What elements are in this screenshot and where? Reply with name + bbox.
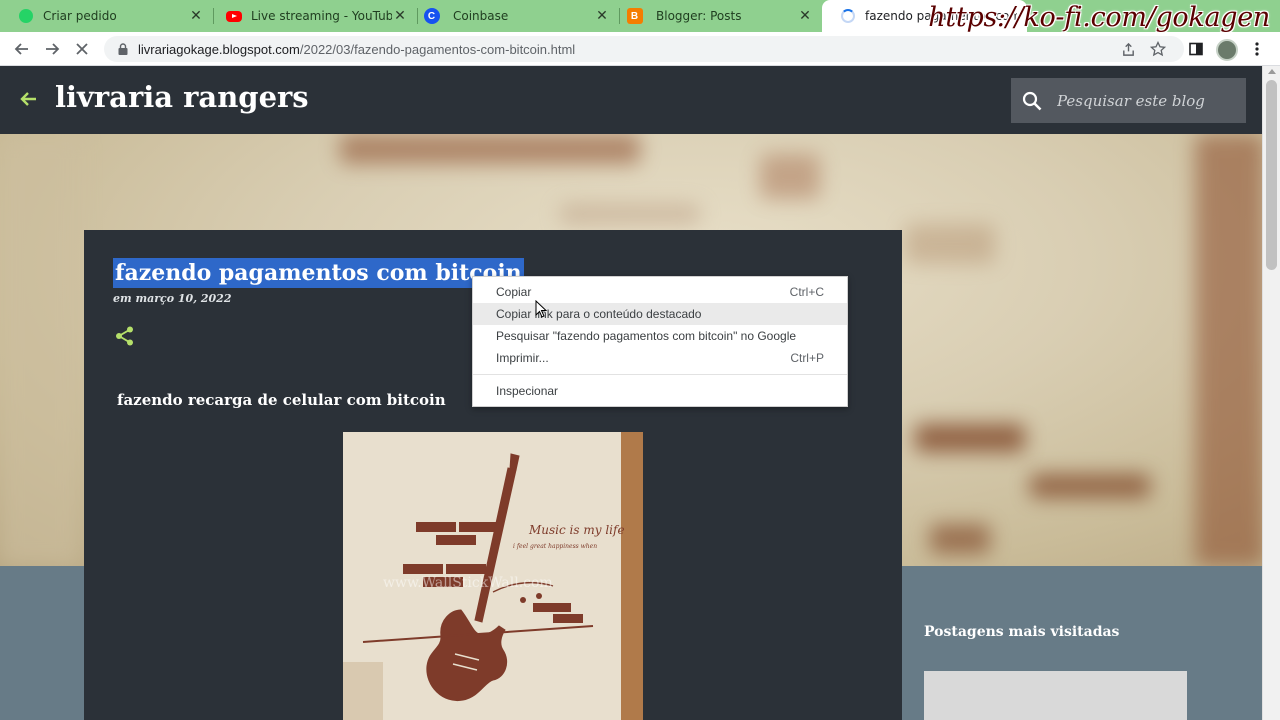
kofi-watermark: https://ko-fi.com/gokagen — [928, 2, 1270, 33]
tab-strip: Criar pedido ✕ Live streaming - YouTube … — [0, 0, 1280, 33]
menu-item-copy-link-highlight[interactable]: Copiar link para o conteúdo destacado — [473, 303, 847, 325]
post-date[interactable]: em março 10, 2022 — [113, 292, 231, 305]
side-panel-button[interactable] — [1184, 37, 1208, 61]
tab-youtube-studio[interactable]: Live streaming - YouTube Studio ✕ — [208, 0, 418, 32]
search-input[interactable] — [1057, 91, 1237, 110]
share-icon[interactable] — [114, 325, 136, 347]
blogger-icon: B — [626, 8, 647, 24]
sidebar-heading: Postagens mais visitadas — [924, 624, 1120, 640]
sidebar-icon — [1189, 42, 1203, 56]
menu-item-inspect[interactable]: Inspecionar — [473, 380, 847, 402]
tab-title: Coinbase — [453, 9, 509, 23]
svg-text:Music is my life: Music is my life — [528, 523, 625, 537]
blog-title[interactable]: livraria rangers — [55, 80, 309, 114]
search-icon — [1022, 91, 1042, 110]
post-image[interactable]: Music is my life i feel great happiness … — [343, 432, 643, 720]
svg-text:www.WallStickWall.com: www.WallStickWall.com — [383, 575, 553, 591]
back-button[interactable] — [10, 37, 34, 61]
scroll-up-icon[interactable] — [1268, 69, 1276, 74]
blog-search[interactable] — [1011, 78, 1246, 123]
scrollbar-thumb[interactable] — [1266, 80, 1277, 270]
guitar-wall-sticker-icon: Music is my life i feel great happiness … — [343, 432, 643, 720]
coinbase-icon: C — [423, 8, 444, 24]
close-icon — [76, 43, 88, 55]
menu-item-copy[interactable]: Copiar Ctrl+C — [473, 281, 847, 303]
tab-criar-pedido[interactable]: Criar pedido ✕ — [0, 0, 214, 32]
post-title[interactable]: fazendo pagamentos com bitcoin — [113, 258, 524, 288]
close-icon[interactable]: ✕ — [797, 8, 813, 24]
blog-header: livraria rangers — [0, 66, 1262, 134]
menu-item-print[interactable]: Imprimir... Ctrl+P — [473, 347, 847, 369]
stop-loading-button[interactable] — [70, 37, 94, 61]
close-icon[interactable]: ✕ — [392, 8, 408, 24]
post-subtitle: fazendo recarga de celular com bitcoin — [117, 391, 446, 409]
close-icon[interactable]: ✕ — [188, 8, 204, 24]
mouse-cursor-icon — [535, 300, 547, 318]
youtube-icon — [226, 8, 242, 24]
tab-coinbase[interactable]: C Coinbase ✕ — [410, 0, 620, 32]
whatsapp-icon — [18, 8, 34, 24]
address-bar[interactable]: livrariagokage.blogspot.com/2022/03/faze… — [104, 36, 1184, 62]
tab-title: Criar pedido — [43, 9, 117, 23]
kebab-menu-icon — [1255, 42, 1259, 56]
context-menu: Copiar Ctrl+C Copiar link para o conteúd… — [472, 276, 848, 407]
menu-divider — [473, 374, 847, 375]
tab-title: Live streaming - YouTube Studio — [251, 9, 392, 23]
arrow-right-icon — [46, 43, 60, 55]
loading-icon — [840, 8, 856, 24]
close-icon[interactable]: ✕ — [594, 8, 610, 24]
tab-title: Blogger: Posts — [656, 9, 742, 23]
tab-blogger-posts[interactable]: B Blogger: Posts ✕ — [613, 0, 823, 32]
profile-avatar[interactable] — [1216, 39, 1238, 61]
url-text: livrariagokage.blogspot.com/2022/03/faze… — [138, 41, 576, 57]
arrow-left-icon — [14, 43, 28, 55]
back-arrow-icon[interactable] — [18, 88, 40, 110]
page-scrollbar[interactable] — [1262, 66, 1280, 720]
menu-button[interactable] — [1245, 37, 1269, 61]
browser-toolbar: livrariagokage.blogspot.com/2022/03/faze… — [0, 32, 1280, 66]
lock-icon — [118, 43, 128, 55]
forward-button[interactable] — [40, 37, 64, 61]
popular-post-card[interactable] — [924, 671, 1187, 720]
menu-item-search-google[interactable]: Pesquisar "fazendo pagamentos com bitcoi… — [473, 325, 847, 347]
svg-text:i feel great happiness when: i feel great happiness when — [513, 543, 597, 550]
share-icon[interactable] — [1119, 40, 1137, 58]
star-icon[interactable] — [1149, 40, 1167, 58]
